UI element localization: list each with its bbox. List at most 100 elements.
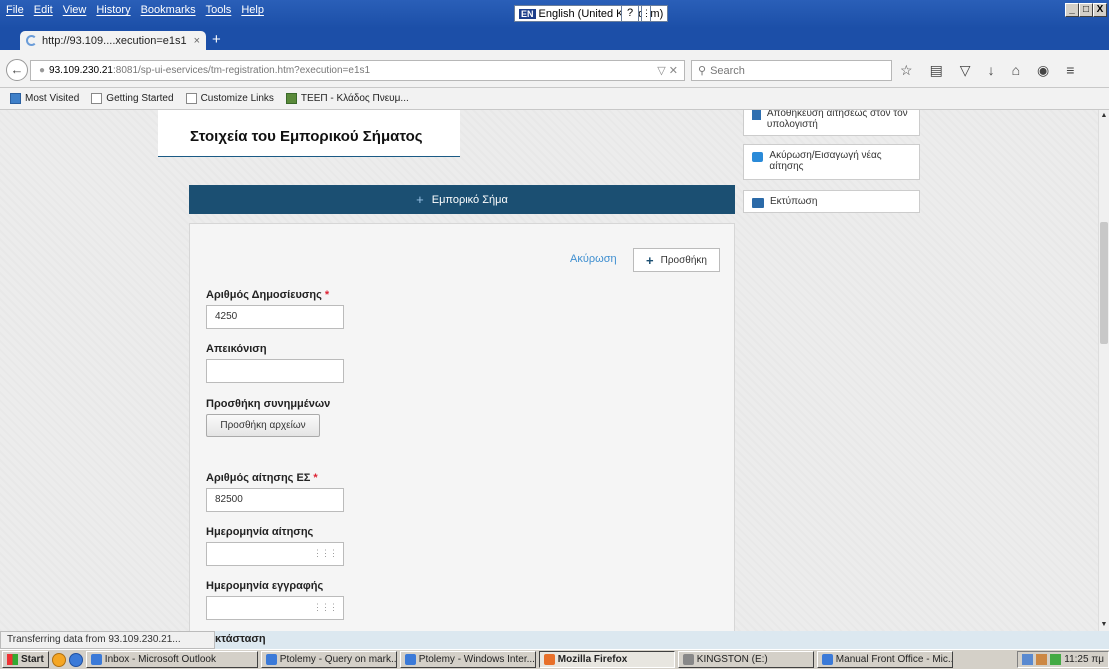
scroll-up-arrow-icon[interactable]: ▲ [1099, 110, 1109, 122]
windows-logo-icon [7, 654, 18, 665]
add-button[interactable]: + Προσθήκη [633, 248, 720, 272]
language-options-button[interactable]: ⋮ [641, 5, 651, 22]
attachments-label: Προσθήκη συνημμένων [206, 398, 331, 410]
section-title: Στοιχεία του Εμπορικού Σήματος [190, 128, 423, 145]
bookmark-customize-links[interactable]: Customize Links [185, 93, 274, 104]
site-identity-icon[interactable]: ● [39, 65, 45, 76]
cancel-link[interactable]: Ακύρωση [570, 253, 617, 265]
add-files-button[interactable]: Προσθήκη αρχείων [206, 414, 320, 437]
print-icon [752, 198, 764, 208]
tray-icon[interactable] [1036, 654, 1048, 665]
publication-number-input[interactable]: 4250 [206, 305, 344, 329]
downloads-icon[interactable]: ↓ [988, 62, 995, 79]
quicklaunch-browser-icon[interactable] [68, 652, 83, 667]
calendar-grid-icon[interactable]: ⋮⋮⋮ [313, 602, 338, 613]
close-window-button[interactable]: X [1093, 3, 1107, 17]
registration-date-input[interactable]: ⋮⋮⋮ [206, 596, 344, 620]
application-date-label: Ημερομηνία αίτησης [206, 526, 314, 538]
menu-bookmarks[interactable]: Bookmarks [141, 4, 196, 16]
tab-bar: http://93.109....xecution=e1s1 × + [0, 28, 1109, 50]
task-outlook[interactable]: Inbox - Microsoft Outlook [85, 651, 258, 668]
url-host: 93.109.230.21 [49, 65, 113, 76]
menu-tools[interactable]: Tools [206, 4, 232, 16]
bookmark-most-visited[interactable]: Most Visited [10, 93, 79, 104]
most-visited-icon [10, 93, 21, 104]
menu-edit[interactable]: Edit [34, 4, 53, 16]
save-to-computer-button[interactable]: Αποθήκευση αιτήσεως στον τον υπολογιστή [743, 110, 920, 136]
trademark-panel-header[interactable]: + Εμπορικό Σήμα [189, 185, 735, 214]
application-date-input[interactable]: ⋮⋮⋮ [206, 542, 344, 566]
browser-tab[interactable]: http://93.109....xecution=e1s1 × [20, 31, 206, 50]
menu-file[interactable]: File [6, 4, 24, 16]
bookmark-star-icon[interactable]: ☆ [900, 62, 913, 79]
scroll-thumb[interactable] [1100, 222, 1108, 344]
publication-number-label: Αριθμός Δημοσίευσης * [206, 289, 330, 301]
depiction-input[interactable] [206, 359, 344, 383]
tab-close-icon[interactable]: × [194, 35, 200, 47]
bookmark-teep[interactable]: ΤΕΕΠ - Κλάδος Πνευμ... [285, 93, 409, 104]
minimize-button[interactable]: _ [1065, 3, 1079, 17]
windows-taskbar: Start Inbox - Microsoft Outlook Ptolemy … [0, 649, 1109, 669]
language-help-button[interactable]: ? [621, 5, 639, 22]
cancel-new-icon [752, 152, 764, 162]
bookmark-getting-started[interactable]: Getting Started [91, 93, 174, 104]
search-icon: ⚲ [698, 65, 707, 77]
plus-icon: + [646, 252, 654, 268]
task-ptolemy-query[interactable]: Ptolemy - Query on mark... [260, 651, 397, 668]
registration-date-label: Ημερομηνία εγγραφής [206, 580, 324, 592]
home-icon[interactable]: ⌂ [1012, 62, 1020, 79]
menu-view[interactable]: View [63, 4, 87, 16]
chat-icon[interactable]: ◉ [1037, 62, 1049, 79]
start-button[interactable]: Start [2, 651, 49, 668]
url-path: :8081/sp-ui-eservices/tm-registration.ht… [113, 65, 371, 76]
menu-history[interactable]: History [96, 4, 130, 16]
bookmarks-toolbar: Most Visited Getting Started Customize L… [0, 88, 1109, 110]
status-field-label: κτάσταση [215, 633, 266, 645]
section-title-panel: Στοιχεία του Εμπορικού Σήματος [158, 110, 460, 157]
save-icon [752, 110, 761, 120]
application-number-input[interactable]: 82500 [206, 488, 344, 512]
window-title-bar: File Edit View History Bookmarks Tools H… [0, 0, 1109, 28]
task-manual-front-office[interactable]: Manual Front Office - Mic... [816, 651, 953, 668]
search-placeholder: Search [710, 64, 745, 77]
task-kingston-drive[interactable]: KINGSTON (E:) [677, 651, 814, 668]
pocket-icon[interactable]: ▽ [960, 62, 971, 79]
firefox-icon [543, 654, 555, 665]
word-icon [821, 654, 833, 665]
cancel-new-application-button[interactable]: Ακύρωση/Εισαγωγή νέας αίτησης [743, 144, 920, 180]
url-bar[interactable]: ● 93.109.230.21 :8081/sp-ui-eservices/tm… [30, 60, 685, 81]
page-viewport: Στοιχεία του Εμπορικού Σήματος Αποθήκευσ… [0, 110, 1098, 631]
trademark-form: Ακύρωση + Προσθήκη Αριθμός Δημοσίευσης * … [189, 223, 735, 631]
task-mozilla-firefox[interactable]: Mozilla Firefox [538, 651, 675, 668]
menu-help[interactable]: Help [241, 4, 264, 16]
print-button[interactable]: Εκτύπωση [743, 190, 920, 213]
vertical-scrollbar[interactable]: ▲ ▼ [1098, 110, 1109, 631]
status-bar: Transferring data from 93.109.230.21... [0, 631, 215, 649]
quicklaunch-outlook-icon[interactable] [51, 652, 66, 667]
tray-icon[interactable] [1050, 654, 1062, 665]
new-tab-button[interactable]: + [212, 31, 221, 48]
back-arrow-icon[interactable]: ← [6, 59, 28, 81]
search-input[interactable]: ⚲ Search [691, 60, 892, 81]
depiction-label: Απεικόνιση [206, 343, 267, 355]
window-controls: _ □ X [1065, 3, 1107, 17]
page-icon [185, 93, 197, 104]
maximize-button[interactable]: □ [1079, 3, 1093, 17]
calendar-grid-icon[interactable]: ⋮⋮⋮ [313, 548, 338, 559]
loading-spinner-icon [26, 35, 37, 46]
system-tray: 11:25 πμ [1017, 651, 1109, 668]
navigation-bar: ← ● 93.109.230.21 :8081/sp-ui-eservices/… [0, 50, 1109, 88]
url-actions[interactable]: ▽ ✕ [657, 64, 684, 77]
task-ptolemy-windows[interactable]: Ptolemy - Windows Inter... [399, 651, 536, 668]
hamburger-menu-icon[interactable]: ≡ [1066, 62, 1074, 79]
scroll-down-arrow-icon[interactable]: ▼ [1099, 619, 1109, 631]
drive-icon [682, 654, 694, 665]
required-asterisk: * [313, 472, 318, 484]
tray-icon[interactable] [1022, 654, 1034, 665]
ie-icon [404, 654, 416, 665]
site-favicon-icon [285, 93, 297, 104]
bookmarks-menu-icon[interactable]: ▤ [930, 62, 943, 79]
page-icon [91, 93, 103, 104]
toolbar-icons: ☆ ▤ ▽ ↓ ⌂ ◉ ≡ [900, 62, 1074, 79]
menu-bar: File Edit View History Bookmarks Tools H… [6, 4, 264, 16]
